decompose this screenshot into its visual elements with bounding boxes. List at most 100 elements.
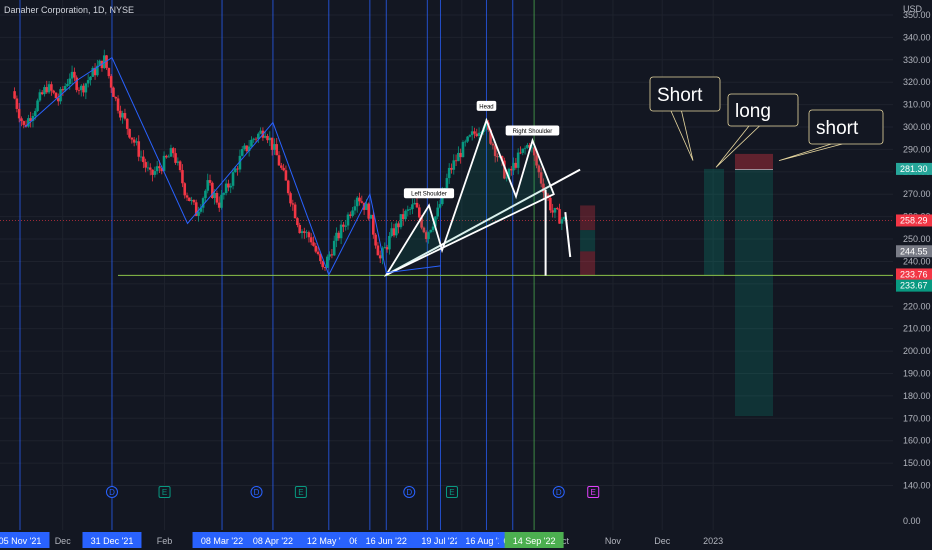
candle-body: [273, 144, 276, 150]
candle-body: [392, 228, 396, 236]
candle-body: [549, 197, 552, 211]
candle-body: [445, 178, 449, 189]
y-tick-label: 170.00: [903, 413, 931, 423]
position-zones: [580, 153, 773, 417]
event-marker-letter: E: [449, 488, 454, 497]
candle-body: [369, 214, 373, 219]
price-chart[interactable]: Left Shoulder Head Right Shoulder D E D E D E D E…: [0, 0, 932, 550]
candle-body: [417, 207, 421, 218]
candle-body: [365, 203, 368, 210]
x-tick-label: Dec: [654, 536, 671, 546]
candle-body: [33, 111, 37, 116]
candle-body: [296, 218, 299, 226]
price-label: 233.67: [900, 281, 928, 291]
candle-body: [454, 160, 458, 162]
candle-body: [86, 80, 90, 84]
candle-body: [114, 96, 118, 99]
candle-body: [468, 135, 472, 137]
candle-body: [459, 152, 462, 158]
candle-body: [284, 170, 288, 181]
candle-body: [20, 118, 23, 122]
vertical-date-lines: [19, 0, 535, 530]
candle-body: [144, 162, 147, 168]
candle-body: [197, 211, 200, 216]
candle-body: [383, 247, 387, 249]
candle-body: [473, 131, 476, 134]
candle-body: [243, 145, 246, 150]
candle-body: [339, 224, 343, 239]
event-marker-letter: E: [298, 488, 303, 497]
candle-body: [509, 168, 513, 171]
date-badge-label: 08 Mar '22: [201, 536, 243, 546]
candle-body: [192, 199, 196, 203]
candle-body: [558, 209, 561, 224]
date-badge-label: 14 Sep '22: [513, 536, 556, 546]
candle-body: [415, 202, 419, 208]
y-tick-label: 0.00: [903, 516, 921, 526]
candle-body: [390, 228, 393, 237]
candle-body: [222, 193, 226, 195]
x-tick-label: Nov: [605, 536, 622, 546]
candle-body: [112, 87, 115, 97]
y-tick-label: 200.00: [903, 346, 931, 356]
candle-body: [342, 224, 345, 227]
y-tick-label: 190.00: [903, 368, 931, 378]
candle-body: [137, 141, 141, 157]
candle-body: [158, 166, 161, 169]
y-tick-label: 150.00: [903, 458, 931, 468]
pattern-label: Head: [479, 104, 493, 110]
event-marker-letter: D: [254, 488, 260, 497]
pattern-label: Right Shoulder: [513, 129, 553, 135]
candle-body: [259, 130, 262, 134]
candle-body: [358, 197, 361, 202]
candle-body: [142, 156, 145, 163]
candle-body: [121, 113, 124, 118]
y-tick-label: 330.00: [903, 55, 931, 65]
event-marker-letter: D: [109, 488, 115, 497]
candle-body: [521, 148, 525, 153]
candle-body: [167, 156, 170, 158]
callouts: Short long short: [649, 76, 884, 168]
candle-body: [52, 90, 55, 93]
y-tick-label: 220.00: [903, 301, 931, 311]
y-tick-label: 210.00: [903, 324, 931, 334]
candle-body: [512, 162, 515, 171]
candle-body: [227, 183, 230, 188]
candle-body: [335, 232, 338, 241]
candle-body: [171, 148, 175, 154]
candle-body: [268, 137, 272, 141]
candle-body: [553, 208, 557, 213]
candle-body: [128, 128, 131, 138]
candle-body: [411, 204, 414, 210]
candle-body: [289, 193, 292, 204]
candle-body: [355, 197, 359, 207]
candle-body: [47, 84, 51, 93]
price-label: 244.55: [900, 246, 928, 256]
candle-body: [314, 245, 318, 252]
candle-body: [438, 204, 442, 208]
candle-body: [68, 78, 72, 84]
event-marker-letter: D: [556, 488, 562, 497]
candle-body: [70, 71, 74, 79]
date-badge-label: 19 Jul '22: [421, 536, 459, 546]
callout-pointer: [670, 110, 694, 161]
callout-label: Short: [657, 85, 703, 106]
candle-body: [282, 167, 285, 171]
event-marker-letter: E: [162, 488, 167, 497]
event-marker-letter: D: [406, 488, 412, 497]
y-tick-label: 140.00: [903, 481, 931, 491]
candle-body: [217, 202, 221, 208]
candle-body: [215, 193, 219, 203]
candle-body: [461, 142, 465, 158]
candle-body: [519, 152, 522, 154]
candle-body: [408, 209, 412, 210]
candle-body: [286, 180, 290, 194]
candle-body: [61, 89, 65, 91]
candle-body: [372, 214, 375, 235]
price-label: 281.30: [900, 164, 928, 174]
candle-body: [293, 204, 297, 219]
candle-body: [326, 256, 329, 268]
candle-body: [303, 231, 306, 233]
candle-body: [466, 136, 469, 142]
candle-body: [123, 113, 127, 119]
